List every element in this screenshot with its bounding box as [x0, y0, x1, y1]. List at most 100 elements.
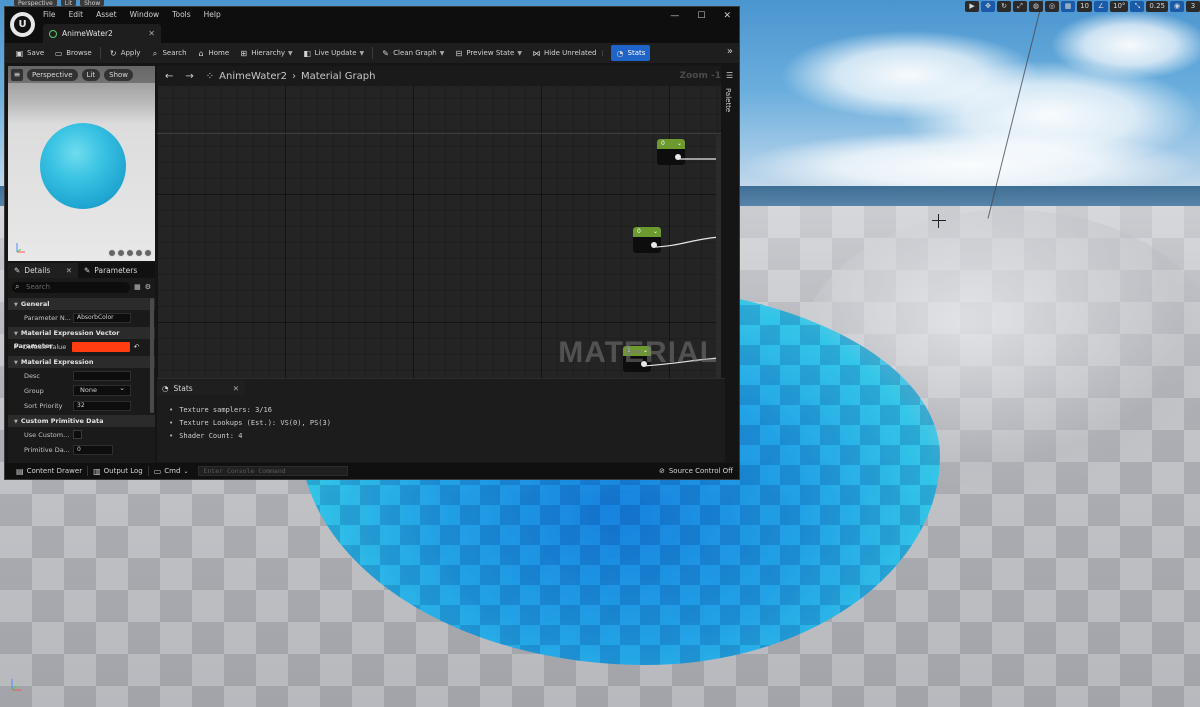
surface-snap-icon[interactable]: ◎: [1045, 0, 1060, 12]
asset-tab-label: AnimeWater2: [62, 29, 113, 38]
world-space-icon[interactable]: ◍: [1029, 0, 1044, 12]
content-drawer-icon: ▤: [16, 466, 24, 476]
cmd-dropdown[interactable]: ▭ Cmd ⌄: [149, 463, 194, 479]
home-button[interactable]: ⌂ Home: [192, 45, 235, 61]
camera-speed-icon[interactable]: ◉: [1170, 0, 1184, 12]
stats-list: Texture samplers: 3/16 Texture Lookups (…: [169, 404, 331, 443]
preview-show-button[interactable]: Show: [104, 68, 134, 81]
settings-gear-icon[interactable]: ⚙: [145, 283, 151, 291]
details-search-input[interactable]: Search: [12, 281, 131, 293]
table-view-icon[interactable]: ▦: [134, 283, 141, 291]
group-label: Group: [24, 386, 44, 395]
asset-tab[interactable]: AnimeWater2 ✕: [43, 24, 161, 43]
stats-button[interactable]: ◔ Stats: [610, 45, 651, 61]
search-button[interactable]: ⌕ Search: [145, 45, 191, 61]
console-input[interactable]: Enter Console Command: [198, 466, 349, 476]
close-icon[interactable]: ✕: [723, 11, 731, 21]
chevron-down-icon: ▼: [359, 49, 365, 57]
scale-snap-value[interactable]: 0.25: [1146, 0, 1168, 12]
primitive-data-label: Primitive Da...: [24, 445, 70, 454]
close-tab-icon[interactable]: ✕: [66, 266, 72, 275]
scale-snap-icon[interactable]: ⤡: [1130, 0, 1145, 12]
close-tab-icon[interactable]: ✕: [233, 384, 239, 393]
stats-line: Shader Count: 4: [169, 430, 331, 443]
palette-tab[interactable]: Palette: [724, 88, 732, 112]
section-vector-parameter[interactable]: ▼ Material Expression Vector Parameter: [8, 327, 155, 350]
desc-field[interactable]: [73, 370, 131, 381]
hide-unrelated-button[interactable]: ⋈ Hide Unrelated ⋮: [527, 45, 611, 61]
toolbar-divider: [99, 47, 101, 59]
stats-panel: ◔ Stats ✕ Texture samplers: 3/16 Texture…: [157, 378, 725, 462]
section-material-expression[interactable]: ▼ Material Expression: [8, 356, 155, 368]
palette-list-icon: ☰: [726, 71, 734, 80]
preview-perspective-button[interactable]: Perspective: [27, 68, 78, 81]
close-tab-icon[interactable]: ✕: [148, 29, 155, 38]
toolbar-overflow-icon[interactable]: »: [727, 46, 733, 57]
clean-graph-button[interactable]: ✎ Clean Graph ▼: [376, 45, 449, 61]
details-scrollbar[interactable]: [150, 298, 154, 413]
select-mode-icon[interactable]: ▶: [965, 0, 980, 12]
menu-tools[interactable]: Tools: [172, 10, 190, 19]
content-drawer-button[interactable]: ▤ Content Drawer: [11, 463, 87, 479]
sort-priority-field[interactable]: 32: [73, 400, 131, 411]
live-update-button[interactable]: ◧ Live Update ▼: [298, 45, 370, 61]
maximize-icon[interactable]: ☐: [697, 11, 705, 21]
use-custom-row: Use Custom...: [8, 427, 155, 442]
hamburger-menu-icon[interactable]: ≡: [11, 68, 23, 81]
camera-speed-value[interactable]: 3: [1186, 0, 1200, 12]
material-preview-viewport[interactable]: ≡ Perspective Lit Show: [8, 66, 155, 261]
browse-button[interactable]: ▭ Browse: [49, 45, 97, 61]
details-search-row: Search ▦ ⚙: [8, 278, 155, 296]
sphere-shape-icon[interactable]: [117, 249, 125, 257]
translate-icon[interactable]: ✥: [981, 0, 996, 12]
title-bar[interactable]: U File Edit Asset Window Tools Help — ☐ …: [5, 7, 739, 43]
more-options-icon[interactable]: ⋮: [600, 50, 606, 57]
save-button[interactable]: ▣ Save: [10, 45, 49, 61]
tab-stats[interactable]: ◔ Stats ✕: [157, 381, 245, 395]
tab-details[interactable]: ✎ Details ✕: [8, 263, 78, 278]
section-general[interactable]: ▼ General: [8, 298, 155, 310]
default-value-color-swatch[interactable]: [71, 341, 130, 352]
output-log-button[interactable]: ▥ Output Log: [88, 463, 148, 479]
rotation-snap-value[interactable]: 10°: [1109, 0, 1129, 12]
collapse-arrow-icon: ▼: [14, 419, 18, 425]
menu-file[interactable]: File: [43, 10, 56, 19]
preview-lit-button[interactable]: Lit: [81, 68, 101, 81]
hierarchy-button[interactable]: ⊞ Hierarchy ▼: [234, 45, 297, 61]
source-control-button[interactable]: ⊘ Source Control Off: [659, 463, 733, 479]
cube-shape-icon[interactable]: [135, 249, 143, 257]
palette-sidebar[interactable]: ☰ Palette: [721, 66, 739, 378]
graph-wires: [642, 158, 721, 367]
rotate-icon[interactable]: ↻: [997, 0, 1012, 12]
primitive-data-field[interactable]: 0: [73, 444, 113, 455]
details-tab-bar: ✎ Details ✕ ✎ Parameters: [8, 263, 155, 278]
home-label: Home: [208, 49, 230, 57]
grid-snap-value[interactable]: 10: [1077, 0, 1092, 12]
menu-asset[interactable]: Asset: [96, 10, 117, 19]
section-custom-primitive-data[interactable]: ▼ Custom Primitive Data: [8, 415, 155, 427]
expand-arrow-icon[interactable]: ▶: [14, 343, 19, 350]
use-custom-checkbox[interactable]: [73, 430, 82, 439]
apply-button[interactable]: ↻ Apply: [104, 45, 146, 61]
parameter-name-field[interactable]: AbsorbColor: [73, 312, 131, 323]
menu-help[interactable]: Help: [204, 10, 221, 19]
rotation-snap-icon[interactable]: ∠: [1093, 0, 1108, 12]
hide-unrelated-label: Hide Unrelated: [543, 49, 597, 57]
material-editor-window: U File Edit Asset Window Tools Help — ☐ …: [4, 6, 740, 480]
custom-mesh-icon[interactable]: [144, 249, 152, 257]
material-graph-canvas[interactable]: ← → ⁘ AnimeWater2 › Material Graph Zoom …: [157, 66, 721, 378]
plane-shape-icon[interactable]: [126, 249, 134, 257]
grid-snap-icon[interactable]: ▦: [1061, 0, 1076, 12]
scale-icon[interactable]: ⤢: [1013, 0, 1028, 12]
menu-edit[interactable]: Edit: [69, 10, 84, 19]
preview-state-button[interactable]: ⊟ Preview State ▼: [449, 45, 527, 61]
menu-window[interactable]: Window: [130, 10, 160, 19]
tab-details-label: Details: [24, 266, 51, 275]
minimize-icon[interactable]: —: [670, 11, 679, 21]
tab-parameters[interactable]: ✎ Parameters: [78, 263, 143, 278]
hierarchy-label: Hierarchy: [251, 49, 286, 57]
group-dropdown[interactable]: None: [73, 384, 131, 396]
cylinder-shape-icon[interactable]: [108, 249, 116, 257]
parameter-name-label: Parameter N...: [24, 313, 71, 322]
reset-to-default-icon[interactable]: ↶: [134, 343, 140, 351]
